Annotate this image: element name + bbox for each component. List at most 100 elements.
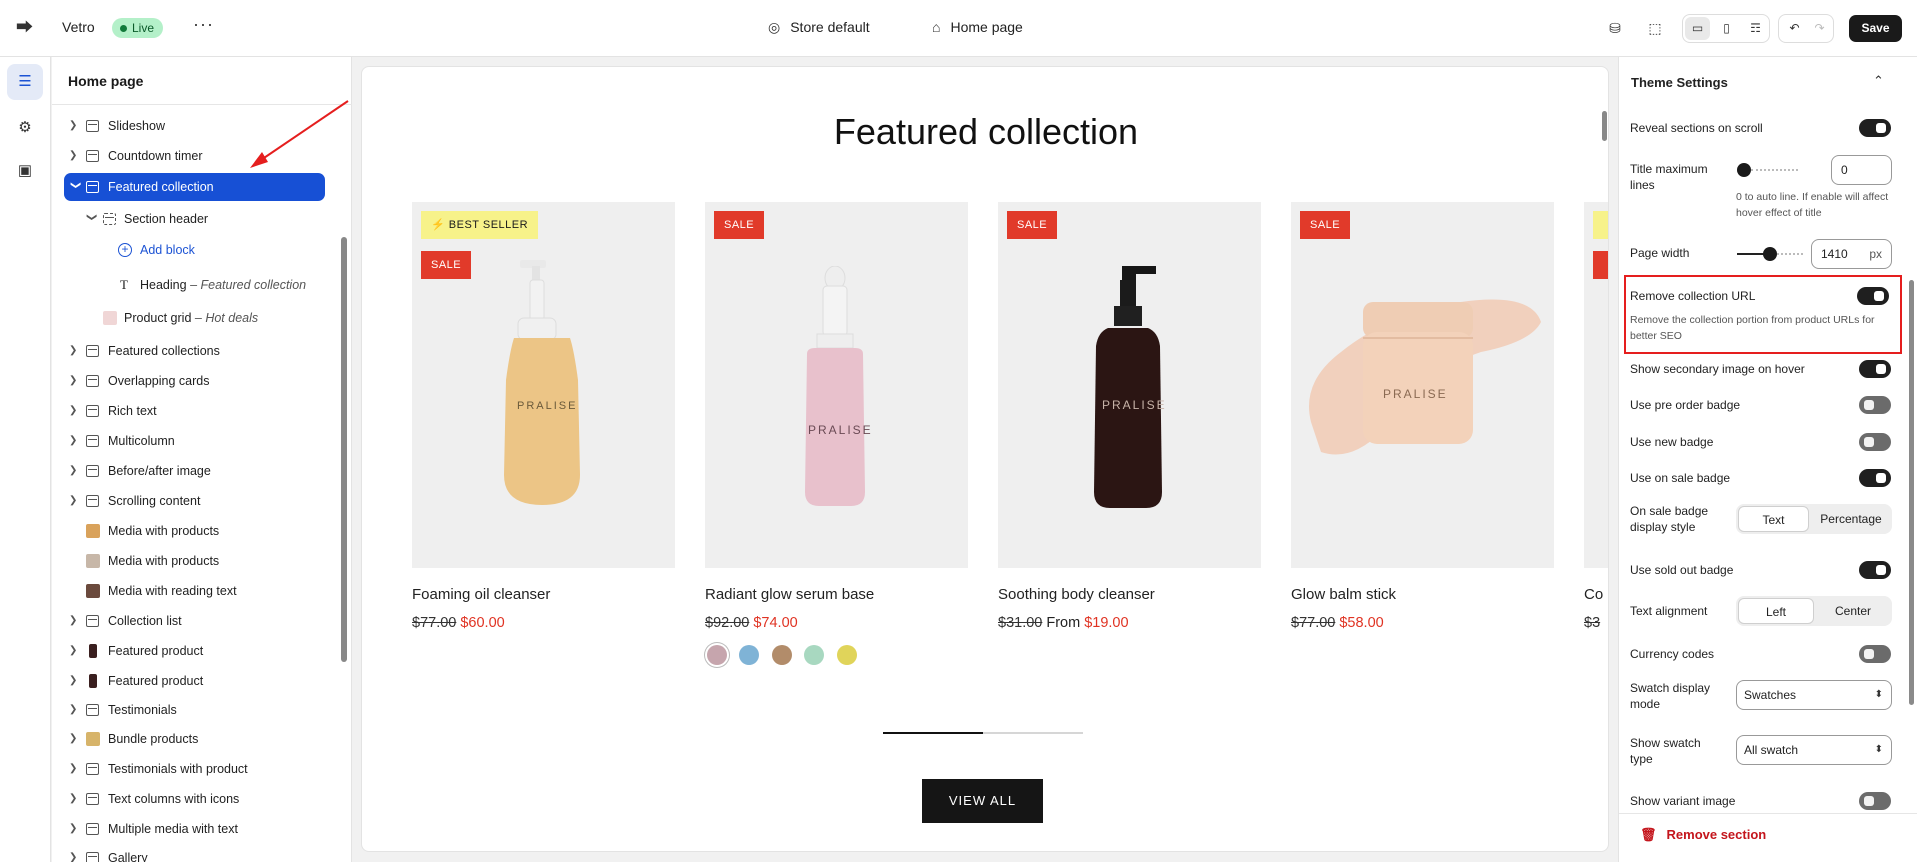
image-icon [86,465,99,477]
product-card[interactable]: SALE PRALISE Glow balm stick $77.00 $58.0… [1291,202,1554,631]
product-card[interactable]: SALE PRALISE Radiant glow serum base $92… [705,202,968,669]
chevron-right-icon[interactable]: ❯ [69,815,81,843]
sale-style-label: On sale badge display style [1630,504,1709,534]
product-image[interactable]: SALE PRALISE [998,202,1261,568]
block-icon [103,213,116,225]
chevron-right-icon[interactable]: ❯ [69,637,81,665]
pre-order-toggle[interactable] [1859,396,1891,414]
swatch[interactable] [739,645,760,665]
product-name[interactable]: Glow balm stick [1291,586,1554,603]
updown-chevron-icon: ⬍ [1874,744,1883,755]
more-options-button[interactable]: ··· [193,14,214,35]
apps-icon[interactable]: ▣ [7,153,43,189]
redo-icon[interactable]: ↷ [1807,17,1832,40]
chevron-down-icon[interactable]: ❯ [77,213,105,225]
store-name: Vetro [62,19,95,35]
swatch-type-select[interactable]: All swatch ⬍ [1736,735,1892,765]
title-max-slider-track[interactable] [1751,169,1798,173]
save-button[interactable]: Save [1849,15,1902,42]
view-all-button[interactable]: VIEW ALL [922,779,1043,823]
page-width-slider-track[interactable] [1777,253,1803,257]
database-icon[interactable]: ⛁ [1603,16,1627,40]
title-max-slider-handle[interactable] [1737,163,1751,177]
brand-label: PRALISE [1102,398,1167,412]
swatch-mode-select[interactable]: Swatches ⬍ [1736,680,1892,710]
new-badge-toggle[interactable] [1859,433,1891,451]
chevron-right-icon[interactable]: ❯ [69,427,81,455]
add-circle-icon: + [118,243,132,257]
chevron-right-icon[interactable]: ❯ [69,337,81,365]
product-name[interactable]: Radiant glow serum base [705,586,968,603]
title-max-help: 0 to auto line. If enable will affect ho… [1736,191,1889,219]
chevron-right-icon[interactable]: ❯ [69,487,81,515]
remove-section-button[interactable]: 🗑︎ Remove section [1640,827,1766,843]
secondary-image-toggle[interactable] [1859,360,1891,378]
fullscreen-icon[interactable]: ☶ [1743,17,1768,40]
chevron-right-icon[interactable]: ❯ [69,112,81,140]
product-image[interactable]: ⚡ BEST SELLER SALE PRALISE [412,202,675,568]
sold-out-toggle[interactable] [1859,561,1891,579]
product-name[interactable]: Co [1584,586,1608,603]
product-image[interactable] [1584,202,1608,568]
align-center-option[interactable]: Center [1816,598,1890,624]
chevron-right-icon[interactable]: ❯ [69,142,81,170]
theme-selector[interactable]: ◎ Store default [768,19,870,36]
product-card[interactable]: SALE PRALISE Soothing body cleanser $31.… [998,202,1261,631]
sale-badge-toggle[interactable] [1859,469,1891,487]
left-rail: ☰ ⚙ ▣ [0,57,51,862]
sections-icon[interactable]: ☰ [7,64,43,100]
gear-icon[interactable]: ⚙ [7,110,43,146]
brand-label: PRALISE [808,423,873,437]
desktop-icon[interactable]: ▭ [1685,17,1710,40]
chevron-up-icon[interactable]: ⌃ [1873,73,1884,89]
product-thumbnail [89,644,97,658]
sale-style-text-option[interactable]: Text [1738,506,1809,532]
chevron-right-icon[interactable]: ❯ [69,725,81,753]
mobile-icon[interactable]: ▯ [1714,17,1739,40]
bottle-illustration [504,260,580,505]
chevron-right-icon[interactable]: ❯ [69,457,81,485]
device-switcher: ▭ ▯ ☶ [1682,14,1770,43]
page-selector[interactable]: ⌂ Home page [932,19,1023,35]
currency-toggle[interactable] [1859,645,1891,663]
chevron-right-icon[interactable]: ❯ [69,667,81,695]
chevron-right-icon[interactable]: ❯ [69,696,81,724]
remove-url-toggle[interactable] [1857,287,1889,305]
product-card[interactable]: Co $3 [1584,202,1608,631]
chevron-right-icon[interactable]: ❯ [69,397,81,425]
variant-image-toggle[interactable] [1859,792,1891,810]
sale-style-percentage-option[interactable]: Percentage [1812,506,1890,532]
swatch[interactable] [707,645,727,665]
product-price: $77.00 $58.00 [1291,615,1384,631]
title-max-input[interactable]: 0 [1831,155,1892,185]
product-name[interactable]: Foaming oil cleanser [412,586,675,603]
brand-label: PRALISE [1383,387,1448,401]
swatch[interactable] [836,645,857,665]
product-card[interactable]: ⚡ BEST SELLER SALE PRALISE Foaming oil c… [412,202,675,631]
secondary-image-label: Show secondary image on hover [1630,362,1805,376]
scrollbar[interactable] [341,237,347,662]
swatch[interactable] [771,645,792,665]
text-block-icon [86,823,99,835]
chevron-right-icon[interactable]: ❯ [69,755,81,783]
carousel-progress[interactable] [883,732,1083,734]
exit-icon[interactable]: ⮕ [16,18,36,38]
chevron-down-icon[interactable]: ❯ [61,181,89,193]
chevron-right-icon[interactable]: ❯ [69,367,81,395]
page-width-input[interactable]: 1410 px [1811,239,1892,269]
scrollbar[interactable] [1909,280,1914,705]
reveal-toggle[interactable] [1859,119,1891,137]
chevron-right-icon[interactable]: ❯ [69,844,81,862]
product-image[interactable]: SALE PRALISE [1291,202,1554,568]
align-left-option[interactable]: Left [1738,598,1814,624]
title-max-label: Title maximum lines [1630,162,1708,192]
page-width-label: Page width [1630,246,1690,260]
chevron-right-icon[interactable]: ❯ [69,785,81,813]
chevron-right-icon[interactable]: ❯ [69,607,81,635]
product-name[interactable]: Soothing body cleanser [998,586,1261,603]
swatch[interactable] [804,645,825,665]
undo-icon[interactable]: ↶ [1782,17,1807,40]
product-image[interactable]: SALE PRALISE [705,202,968,568]
page-width-slider-handle[interactable] [1763,247,1777,261]
inspector-icon[interactable]: ⬚ [1643,16,1667,40]
